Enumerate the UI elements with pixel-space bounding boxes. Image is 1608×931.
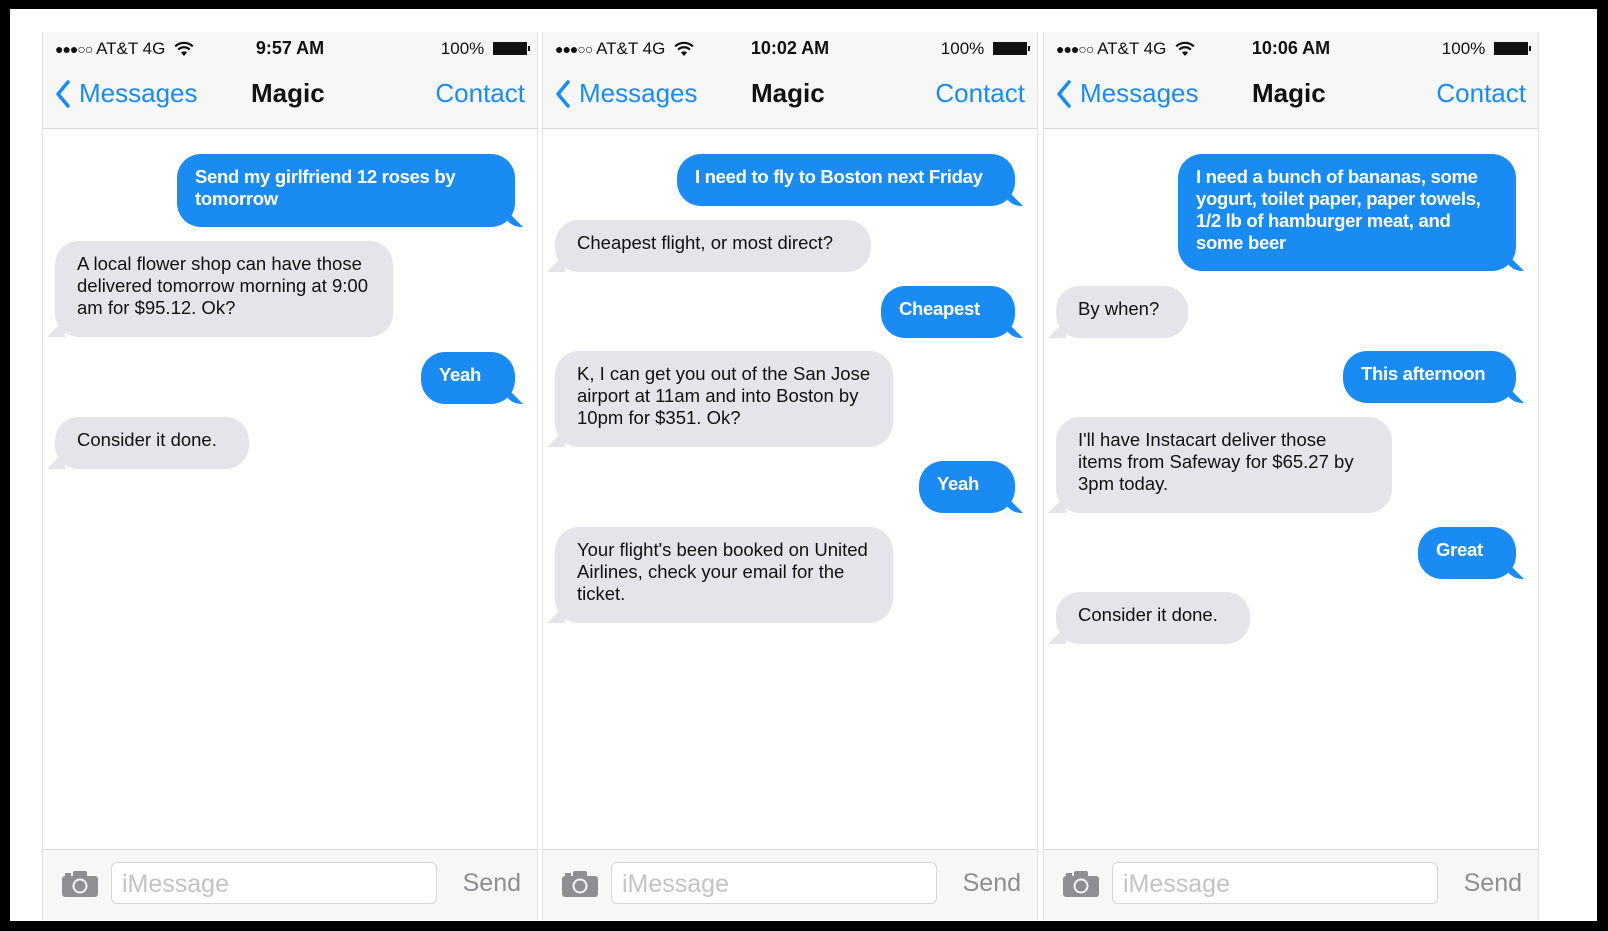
status-bar: ●●●○○ AT&T 4G 10:02 AM 100% [543,32,1037,64]
message-bubble-incoming: Your flight's been booked on United Airl… [555,527,893,623]
message-bubble-outgoing: Yeah [421,352,515,404]
camera-icon[interactable] [1062,870,1100,903]
message-bubble-incoming: By when? [1056,286,1188,338]
message-input[interactable]: iMessage [111,862,437,904]
battery-icon [1494,42,1531,55]
status-bar: ●●●○○ AT&T 4G 9:57 AM 100% [43,32,537,64]
compose-bar: iMessage Send [43,849,537,920]
send-button[interactable]: Send [463,869,521,898]
status-bar: ●●●○○ AT&T 4G 10:06 AM 100% [1044,32,1538,64]
battery-percent: 100% [440,39,485,58]
conversation-title: Magic [1252,78,1326,108]
chevron-left-icon [56,79,70,108]
message-bubble-outgoing: I need to fly to Boston next Friday [677,154,1015,206]
conversation-title: Magic [251,78,325,108]
back-button[interactable]: Messages [555,78,698,109]
camera-icon[interactable] [61,870,99,903]
camera-icon[interactable] [561,870,599,903]
phone-screen-3: ●●●○○ AT&T 4G 10:06 AM 100% Messages Mag… [1043,32,1539,920]
phone-screen-2: ●●●○○ AT&T 4G 10:02 AM 100% Messages Mag… [542,32,1038,920]
message-bubble-incoming: Cheapest flight, or most direct? [555,220,871,272]
message-thread: I need a bunch of bananas, some yogurt, … [1044,129,1538,850]
back-label: Messages [79,78,198,108]
message-bubble-outgoing: I need a bunch of bananas, some yogurt, … [1178,154,1516,271]
back-label: Messages [1080,78,1199,108]
battery-percent: 100% [940,39,985,58]
message-bubble-outgoing: Yeah [919,461,1015,513]
back-button[interactable]: Messages [1056,78,1199,109]
screenshot-frame: ●●●○○ AT&T 4G 9:57 AM 100% Messages Magi… [10,9,1597,921]
nav-bar: Messages Magic Contact [43,64,537,129]
chevron-left-icon [556,79,570,108]
send-button[interactable]: Send [1464,869,1522,898]
contact-button[interactable]: Contact [1436,78,1526,109]
back-button[interactable]: Messages [55,78,198,109]
message-bubble-outgoing: Send my girlfriend 12 roses by tomorrow [177,154,515,227]
contact-button[interactable]: Contact [935,78,1025,109]
nav-bar: Messages Magic Contact [543,64,1037,129]
message-bubble-incoming: K, I can get you out of the San Jose air… [555,351,893,447]
message-input[interactable]: iMessage [611,862,937,904]
message-bubble-outgoing: Cheapest [881,286,1015,338]
message-thread: Send my girlfriend 12 roses by tomorrow … [43,129,537,850]
message-bubble-outgoing: This afternoon [1343,351,1516,403]
phone-screen-1: ●●●○○ AT&T 4G 9:57 AM 100% Messages Magi… [42,32,538,920]
message-bubble-outgoing: Great [1418,527,1516,579]
battery-percent: 100% [1441,39,1486,58]
battery-icon [993,42,1030,55]
message-bubble-incoming: I'll have Instacart deliver those items … [1056,417,1392,513]
message-bubble-incoming: A local flower shop can have those deliv… [55,241,393,337]
message-thread: I need to fly to Boston next Friday Chea… [543,129,1037,850]
chevron-left-icon [1057,79,1071,108]
contact-button[interactable]: Contact [435,78,525,109]
send-button[interactable]: Send [963,869,1021,898]
message-bubble-incoming: Consider it done. [55,417,249,469]
compose-bar: iMessage Send [543,849,1037,920]
message-bubble-incoming: Consider it done. [1056,592,1250,644]
nav-bar: Messages Magic Contact [1044,64,1538,129]
back-label: Messages [579,78,698,108]
compose-bar: iMessage Send [1044,849,1538,920]
battery-icon [493,42,530,55]
conversation-title: Magic [751,78,825,108]
message-input[interactable]: iMessage [1112,862,1438,904]
